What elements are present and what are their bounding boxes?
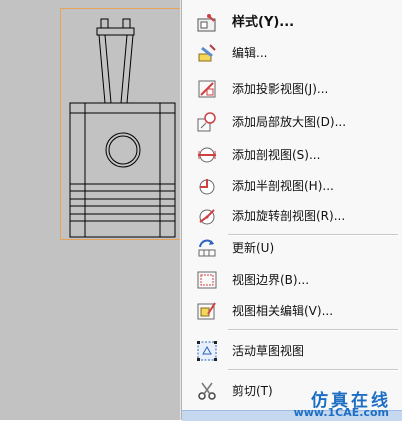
active-sketch-view-icon (197, 341, 217, 361)
menu-item-add-projected-view[interactable]: 添加投影视图(J)... (182, 74, 402, 104)
menu-item-label: 添加半剖视图(H)... (232, 179, 334, 193)
menu-item-label: 视图相关编辑(V)... (232, 304, 334, 318)
detail-view-icon (197, 112, 216, 132)
cut-icon (198, 382, 216, 400)
view-boundary-icon (197, 271, 217, 289)
menu-item-style[interactable]: 样式(Y)... (182, 8, 402, 38)
menu-separator (228, 329, 398, 331)
menu-item-edit[interactable]: 编辑... (182, 38, 402, 68)
watermark: 仿真在线 www.1CAE.com (245, 390, 395, 420)
menu-item-label: 添加旋转剖视图(R)... (232, 209, 346, 223)
menu-item-add-detail-view[interactable]: 添加局部放大图(D)... (182, 107, 402, 137)
edit-icon (198, 44, 216, 62)
menu-item-label: 编辑... (232, 46, 268, 60)
update-icon (198, 239, 216, 257)
menu-item-view-boundary[interactable]: 视图边界(B)... (182, 265, 402, 295)
menu-item-label: 添加局部放大图(D)... (232, 115, 347, 129)
menu-item-active-sketch-view[interactable]: 活动草图视图 (182, 336, 402, 366)
menu-item-label: 样式(Y)... (232, 15, 295, 30)
menu-item-add-section-view[interactable]: 添加剖视图(S)... (182, 140, 402, 170)
menu-item-update[interactable]: 更新(U) (182, 233, 402, 263)
context-menu: 样式(Y)... 编辑... 添加投影视图(J)... 添加局部放大图(D)..… (181, 0, 402, 421)
menu-item-label: 添加剖视图(S)... (232, 148, 321, 162)
menu-item-label: 视图边界(B)... (232, 273, 310, 287)
part-drawing (69, 18, 176, 238)
menu-item-label: 添加投影视图(J)... (232, 82, 329, 96)
menu-separator (228, 369, 398, 371)
menu-item-view-dependent-edit[interactable]: 视图相关编辑(V)... (182, 296, 402, 326)
menu-item-add-half-section-view[interactable]: 添加半剖视图(H)... (182, 171, 402, 201)
drawing-view-selected[interactable] (60, 8, 184, 240)
menu-item-label: 活动草图视图 (232, 344, 305, 358)
revolved-section-view-icon (199, 209, 215, 225)
projected-view-icon (198, 80, 216, 98)
section-view-icon (198, 147, 216, 163)
menu-item-label: 更新(U) (232, 241, 275, 255)
style-icon (197, 14, 216, 32)
watermark-url: www.1CAE.com (293, 406, 389, 419)
menu-item-add-revolved-section-view[interactable]: 添加旋转剖视图(R)... (182, 201, 402, 231)
view-dependent-edit-icon (197, 302, 216, 320)
half-section-view-icon (199, 179, 215, 195)
